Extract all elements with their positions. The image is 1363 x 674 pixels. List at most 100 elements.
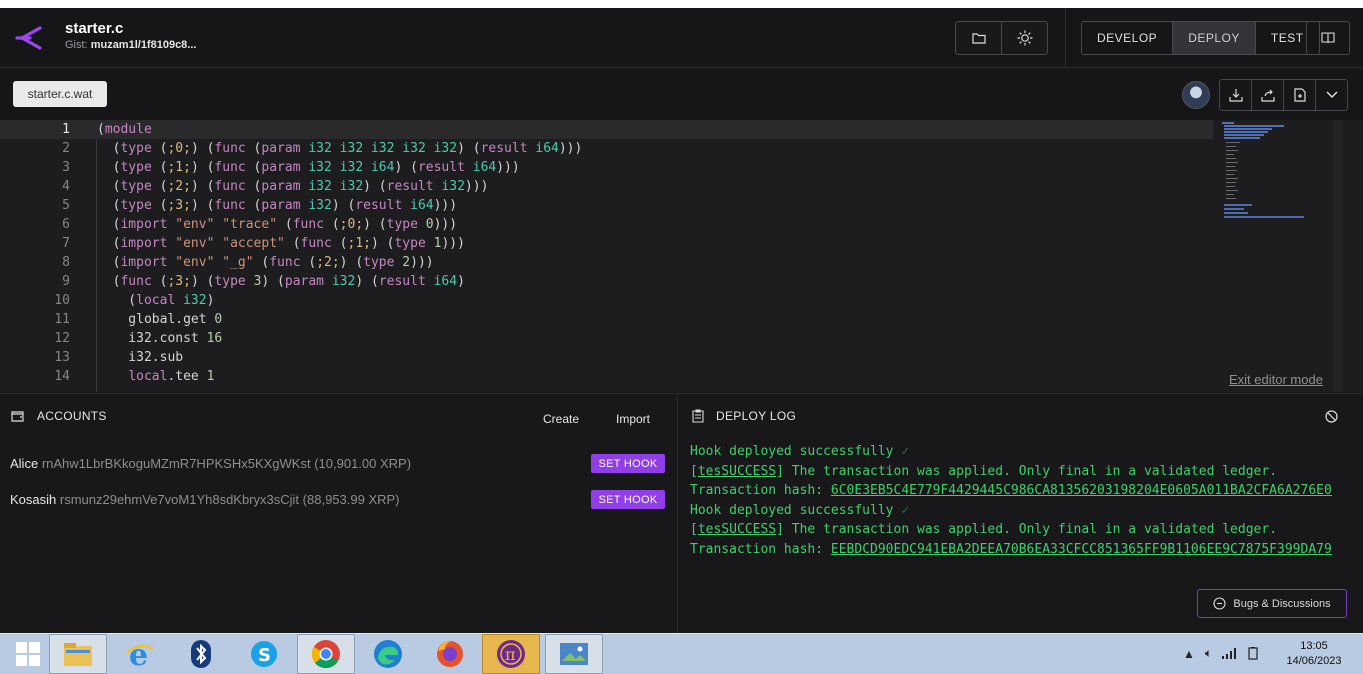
code-line[interactable]: 4 (type (;2;) (func (param i32 i32) (res… <box>0 177 1213 196</box>
taskbar-skype[interactable]: S <box>236 634 292 674</box>
mode-switcher: DEVELOP DEPLOY TEST <box>1081 21 1320 55</box>
line-number: 1 <box>62 122 70 137</box>
code-line[interactable]: 3 (type (;1;) (func (param i32 i32 i64) … <box>0 158 1213 177</box>
svg-text:e: e <box>129 639 148 669</box>
folder-icon <box>971 33 986 44</box>
network-signal-icon[interactable] <box>1222 648 1237 659</box>
line-number: 3 <box>62 160 70 175</box>
code-line[interactable]: 13 i32.sub <box>0 348 1213 367</box>
new-file-icon <box>1293 88 1306 102</box>
account-row[interactable]: Kosasih rsmunz29ehmVe7voM1Yh8sdKbryx3sCj… <box>10 492 400 507</box>
battery-icon[interactable] <box>1246 647 1260 660</box>
account-address: rsmunz29ehmVe7voM1Yh8sdKbryx3sCjit <box>59 492 300 507</box>
download-button[interactable] <box>1220 80 1251 110</box>
system-tray: ▲ 🔈︎ <box>1183 646 1260 661</box>
clear-log-icon[interactable] <box>1325 410 1338 423</box>
set-hook-button[interactable]: SET HOOK <box>591 490 665 509</box>
exit-editor-mode-link[interactable]: Exit editor mode <box>1229 372 1323 387</box>
open-folder-button[interactable] <box>956 22 1001 54</box>
set-hook-button[interactable]: SET HOOK <box>591 454 665 473</box>
hooks-builder-logo-icon[interactable] <box>14 24 44 52</box>
code-line[interactable]: 12 i32.const 16 <box>0 329 1213 348</box>
taskbar-bluetooth[interactable] <box>173 634 229 674</box>
code-line[interactable]: 7 (import "env" "accept" (func (;1;) (ty… <box>0 234 1213 253</box>
docs-button[interactable] <box>1306 21 1350 55</box>
svg-text:π: π <box>505 645 516 664</box>
taskbar-edge[interactable] <box>360 634 416 674</box>
editor-actions <box>1219 79 1348 111</box>
account-address: rnAhw1LbrBKkoguMZmR7HPKSHx5KXgWKst <box>41 456 311 471</box>
code-text: (import "env" "_g" (func (;2;) (type 2))… <box>97 255 434 270</box>
taskbar-photos[interactable] <box>545 634 603 674</box>
tab-deploy[interactable]: DEPLOY <box>1172 22 1255 54</box>
tab-develop[interactable]: DEVELOP <box>1082 22 1172 54</box>
transaction-hash-link[interactable]: 6C0E3EB5C4E779F4429445C986CA813562031982… <box>831 483 1332 498</box>
taskbar-clock[interactable]: 13:05 14/06/2023 <box>1282 639 1346 669</box>
line-number: 11 <box>54 312 70 327</box>
taskbar-internet-explorer[interactable]: e <box>112 634 168 674</box>
code-text: local.tee 1 <box>128 369 215 384</box>
log-entry: [tesSUCCESS] The transaction was applied… <box>690 522 1332 557</box>
code-text: (type (;3;) (func (param i32) (result i6… <box>97 198 458 213</box>
code-text: (type (;0;) (func (param i32 i32 i32 i32… <box>97 141 583 156</box>
result-code-link[interactable]: tesSUCCESS <box>698 522 776 537</box>
line-number: 2 <box>62 141 70 156</box>
editor-scrollbar[interactable] <box>1333 120 1343 392</box>
start-icon <box>16 642 40 666</box>
more-options-button[interactable] <box>1315 80 1347 110</box>
show-hidden-icons-icon[interactable]: ▲ <box>1183 647 1195 661</box>
taskbar-pi-network[interactable]: π <box>482 634 540 674</box>
code-text: (local i32) <box>97 293 215 308</box>
taskbar-file-explorer[interactable] <box>49 634 107 674</box>
code-line[interactable]: 11 global.get 0 <box>0 310 1213 329</box>
code-line[interactable]: 6 (import "env" "trace" (func (;0;) (typ… <box>0 215 1213 234</box>
result-code-link[interactable]: tesSUCCESS <box>698 464 776 479</box>
log-entry: Hook deployed successfully ✓ <box>690 444 910 459</box>
code-text: (import "env" "accept" (func (;1;) (type… <box>97 236 465 251</box>
bugs-discussions-label: Bugs & Discussions <box>1233 597 1331 610</box>
share-button[interactable] <box>1251 80 1283 110</box>
gist-link[interactable]: muzam1l/1f8109c8... <box>91 39 197 51</box>
code-text: (type (;2;) (func (param i32 i32) (resul… <box>97 179 489 194</box>
code-text: (func (;3;) (type 3) (param i32) (result… <box>97 274 465 289</box>
file-tab[interactable]: starter.c.wat <box>13 81 107 107</box>
code-editor[interactable]: 1 (module 2 (type (;0;) (func (param i32 i… <box>0 120 1363 392</box>
transaction-hash-link[interactable]: EEBDCD90EDC941EBA2DEEA70B6EA33CFCC851365… <box>831 542 1332 557</box>
avatar[interactable] <box>1182 81 1210 109</box>
gist-label: Gist: <box>65 39 88 51</box>
start-button[interactable] <box>0 634 56 674</box>
chrome-icon <box>311 640 340 669</box>
account-row[interactable]: Alice rnAhw1LbrBKkoguMZmR7HPKSHx5KXgWKst… <box>10 456 411 471</box>
code-line[interactable]: 8 (import "env" "_g" (func (;2;) (type 2… <box>0 253 1213 272</box>
code-line[interactable]: 10 (local i32) <box>0 291 1213 310</box>
code-line[interactable]: 1 (module <box>0 120 1213 139</box>
code-line[interactable]: 2 (type (;0;) (func (param i32 i32 i32 i… <box>0 139 1213 158</box>
minimap[interactable] <box>1218 120 1333 392</box>
line-number: 14 <box>54 369 70 384</box>
create-account-button[interactable]: Create <box>543 412 579 426</box>
edge-icon <box>374 640 402 668</box>
bugs-discussions-button[interactable]: Bugs & Discussions <box>1197 589 1347 618</box>
code-text: global.get 0 <box>97 312 223 327</box>
theme-toggle-button[interactable] <box>1001 22 1047 54</box>
new-file-button[interactable] <box>1283 80 1315 110</box>
code-text: (type (;1;) (func (param i32 i32 i64) (r… <box>97 160 520 175</box>
taskbar-chrome[interactable] <box>297 634 355 674</box>
page-title: starter.c <box>65 20 124 37</box>
code-line[interactable]: 5 (type (;3;) (func (param i32) (result … <box>0 196 1213 215</box>
check-icon: ✓ <box>901 444 910 459</box>
taskbar-firefox[interactable] <box>422 634 478 674</box>
share-icon <box>1260 89 1275 102</box>
bluetooth-icon <box>191 640 211 668</box>
photos-icon <box>560 643 588 665</box>
header-divider <box>1065 8 1066 67</box>
import-account-button[interactable]: Import <box>616 412 650 426</box>
volume-icon[interactable]: 🔈︎ <box>1205 646 1212 661</box>
account-balance: (88,953.99 XRP) <box>302 492 400 507</box>
accounts-panel: ACCOUNTS Create Import Alice rnAhw1LbrBK… <box>0 394 678 634</box>
line-number: 5 <box>62 198 70 213</box>
code-line[interactable]: 9 (func (;3;) (type 3) (param i32) (resu… <box>0 272 1213 291</box>
code-line[interactable]: 14 local.tee 1 <box>0 367 1213 386</box>
svg-text:S: S <box>258 645 271 666</box>
log-entry: Hook deployed successfully ✓ <box>690 502 910 518</box>
